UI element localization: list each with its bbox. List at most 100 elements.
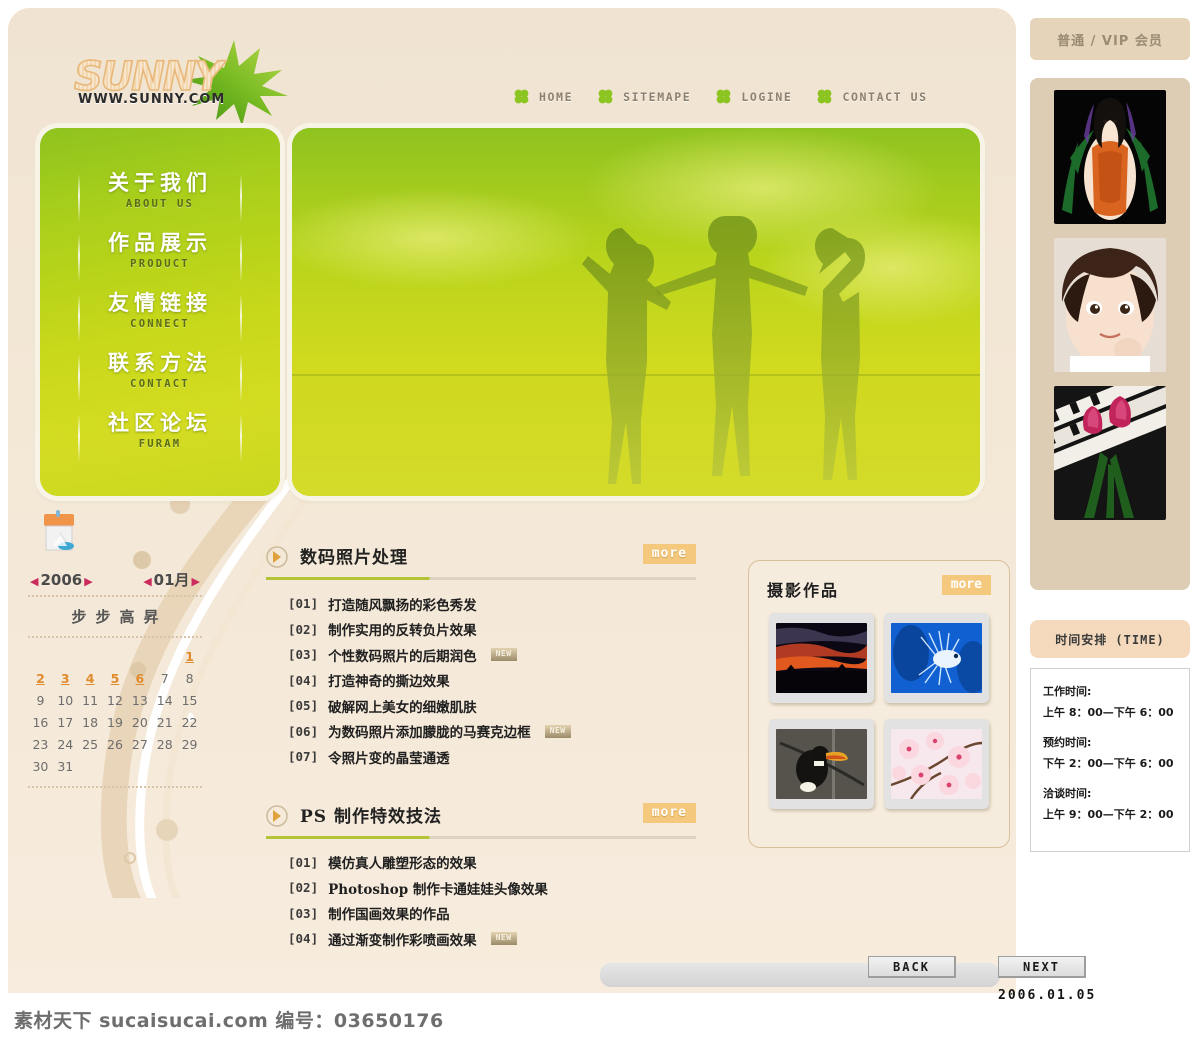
- calendar-day[interactable]: 2: [28, 669, 53, 688]
- time-value: 上午 8：00—下午 6：00: [1043, 706, 1174, 719]
- sidenav-item-product[interactable]: 作品展示 PRODUCT: [40, 228, 280, 288]
- article-title: 破解网上美女的细嫩肌肤: [328, 699, 477, 716]
- calendar-day[interactable]: 4: [78, 669, 103, 688]
- time-group-appointment: 预约时间: 下午 2：00—下午 6：00: [1043, 734, 1177, 771]
- sidenav-item-about-us[interactable]: 关于我们 ABOUT US: [40, 168, 280, 228]
- photo-gallery-panel: 摄影作品 more: [748, 560, 1010, 848]
- article-index: [04]: [288, 672, 319, 688]
- article-row[interactable]: [02] Photoshop 制作卡通娃娃头像效果: [288, 875, 696, 901]
- calendar-month-control[interactable]: ◀ 01月 ▶: [143, 569, 200, 590]
- nav-item-contact-us[interactable]: CONTACT US: [816, 88, 927, 105]
- section-header: PS 制作特效技法 more: [266, 802, 696, 836]
- sidenav-label-en: PRODUCT: [130, 258, 190, 270]
- calendar-day: 26: [107, 737, 123, 752]
- calendar-day[interactable]: 1: [177, 647, 202, 666]
- vip-member-button[interactable]: 普通 / VIP 会员: [1030, 18, 1190, 60]
- hero-beach-photo: [292, 128, 980, 496]
- sidenav-label-cn: 社区论坛: [108, 411, 212, 435]
- article-title: 为数码照片添加朦胧的马赛克边框: [328, 725, 531, 742]
- calendar-cell-empty: .: [78, 647, 103, 666]
- article-row[interactable]: [03] 个性数码照片的后期润色 NEW: [288, 642, 696, 668]
- calendar-day: 29: [181, 737, 198, 752]
- calendar-widget: ◀2006▶ ◀01月▶ 步步高昇 ......1234567891011121…: [26, 508, 204, 793]
- calendar-day: 21: [156, 715, 173, 730]
- calendar-motto: 步步高昇: [71, 608, 168, 626]
- hero-banner: [292, 128, 980, 496]
- next-button[interactable]: NEXT: [998, 956, 1086, 978]
- calendar-day: 30: [32, 759, 49, 774]
- logo[interactable]: SUNNY WWW.SUNNY.COM: [66, 36, 296, 126]
- article-index: [03]: [288, 647, 319, 663]
- new-badge: NEW: [544, 724, 571, 738]
- calendar-day: 9: [36, 693, 45, 708]
- next-year-arrow[interactable]: ▶: [84, 575, 92, 588]
- article-title: Photoshop 制作卡通娃娃头像效果: [328, 881, 548, 898]
- main-nav: HOME SITEMAPE LOGINE CONTACT US: [513, 88, 928, 105]
- cherry-blossom-photo: [891, 729, 982, 799]
- article-row[interactable]: [01] 模仿真人雕塑形态的效果: [288, 850, 696, 876]
- clover-icon: [818, 89, 832, 104]
- more-button[interactable]: more: [642, 544, 696, 564]
- calendar-day[interactable]: 6: [127, 669, 152, 688]
- toucan-bird-photo: [776, 729, 867, 799]
- sunset-clouds-photo: [776, 623, 867, 693]
- article-row[interactable]: [06] 为数码照片添加朦胧的马赛克边框 NEW: [288, 719, 696, 745]
- calendar-cell-empty: .: [53, 647, 78, 666]
- calendar-day: 12: [107, 693, 123, 708]
- clover-icon: [514, 89, 529, 104]
- article-row[interactable]: [03] 制作国画效果的作品: [288, 901, 696, 927]
- calendar-cell-empty: .: [152, 757, 177, 776]
- article-row[interactable]: [05] 破解网上美女的细嫩肌肤: [288, 693, 696, 719]
- woman-orange-dress-photo: [1054, 90, 1166, 224]
- calendar-day[interactable]: 3: [53, 669, 78, 688]
- calendar-day: 31: [57, 759, 74, 774]
- nav-label: SITEMAPE: [623, 89, 692, 104]
- article-row[interactable]: [01] 打造随风飘扬的彩色秀发: [288, 591, 696, 617]
- back-button[interactable]: BACK: [868, 956, 956, 978]
- sidenav-label-cn: 关于我们: [108, 171, 212, 195]
- article-title: 制作实用的反转负片效果: [328, 623, 477, 640]
- calendar-desk-icon: [44, 510, 74, 551]
- strip-thumb-tulips-piano[interactable]: [1054, 386, 1166, 520]
- photo-strip-panel: [1030, 78, 1190, 590]
- calendar-cell-empty: .: [103, 647, 128, 666]
- sidenav-item-connect[interactable]: 友情链接 CONNECT: [40, 288, 280, 348]
- calendar-year: 2006: [40, 570, 83, 589]
- clover-icon: [716, 89, 731, 104]
- calendar-day: 27: [131, 737, 148, 752]
- article-title: 通过渐变制作彩喷画效果: [328, 932, 477, 949]
- gallery-thumb-cherry-blossom[interactable]: [884, 719, 989, 809]
- strip-thumb-girl-portrait[interactable]: [1054, 238, 1166, 372]
- strip-thumb-woman-orange-dress[interactable]: [1054, 90, 1166, 224]
- gallery-thumb-lionfish[interactable]: [884, 613, 989, 703]
- article-row[interactable]: [04] 打造神奇的撕边效果: [288, 668, 696, 694]
- nav-item-home[interactable]: HOME: [513, 88, 573, 105]
- calendar-cell-empty: .: [152, 647, 177, 666]
- next-month-arrow[interactable]: ▶: [192, 575, 200, 588]
- sidenav-item-contact[interactable]: 联系方法 CONTACT: [40, 348, 280, 408]
- calendar-day[interactable]: 5: [103, 669, 128, 688]
- more-button[interactable]: more: [642, 802, 696, 823]
- gallery-thumb-toucan[interactable]: [769, 719, 874, 809]
- nav-item-sitemape[interactable]: SITEMAPE: [597, 88, 691, 105]
- article-title: 模仿真人雕塑形态的效果: [328, 856, 477, 873]
- prev-month-arrow[interactable]: ◀: [143, 575, 151, 588]
- main-panel: SUNNY WWW.SUNNY.COM HOME SITEMAPE LOGINE…: [8, 8, 1016, 993]
- nav-item-logine[interactable]: LOGINE: [715, 88, 792, 105]
- site-header: SUNNY WWW.SUNNY.COM HOME SITEMAPE LOGINE…: [8, 8, 1016, 126]
- calendar-year-control[interactable]: ◀ 2006 ▶: [30, 571, 93, 589]
- article-row[interactable]: [04] 通过渐变制作彩喷画效果 NEW: [288, 926, 696, 952]
- gallery-more-button[interactable]: more: [941, 575, 991, 595]
- gallery-thumb-sunset[interactable]: [769, 613, 874, 703]
- arrow-right-circle-icon: [266, 804, 288, 827]
- article-title: 打造随风飘扬的彩色秀发: [328, 597, 477, 614]
- new-badge: NEW: [490, 932, 517, 946]
- article-row[interactable]: [02] 制作实用的反转负片效果: [288, 617, 696, 643]
- article-list: [01] 模仿真人雕塑形态的效果 [02] Photoshop 制作卡通娃娃头像效果[…: [266, 850, 696, 952]
- article-row[interactable]: [07] 令照片变的晶莹通透: [288, 744, 696, 770]
- time-value: 下午 2：00—下午 6：00: [1043, 757, 1174, 770]
- sidenav-item-furam[interactable]: 社区论坛 FURAM: [40, 408, 280, 468]
- clover-icon: [598, 89, 613, 104]
- calendar-day: 7: [160, 671, 169, 686]
- hero-area: 关于我们 ABOUT US 作品展示 PRODUCT 友情链接 CONNECT …: [40, 128, 980, 496]
